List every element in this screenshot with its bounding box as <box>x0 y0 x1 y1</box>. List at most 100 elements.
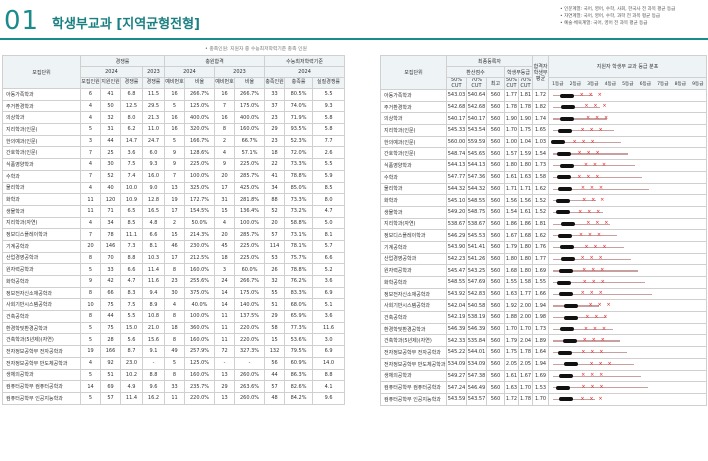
table-row: 식품영양학과 4 30 7.5 9.3 9 225.0% 9 225.0% 22 73.3% 5.5 <box>2 158 346 171</box>
table-cell: 1.61 <box>517 205 534 219</box>
table-cell: 543.59 <box>446 392 467 406</box>
table-cell: 548.75 <box>466 205 487 219</box>
table-row: 생체의공학과 549.27 547.38 560 1.61 1.67 1.69 × × × <box>380 369 708 383</box>
pass-cluster <box>561 222 576 227</box>
table-cell: 535.84 <box>466 334 487 348</box>
table-cell: 5.8 <box>312 111 346 125</box>
table-cell: 1.94 <box>532 299 550 313</box>
table-cell: 6.9 <box>312 286 346 300</box>
table-cell: 560 <box>486 170 505 184</box>
table-row: 건축학과(5년제)(자연) 542.33 535.84 560 1.79 2.04 1.89… <box>380 334 708 348</box>
table-cell: 4 <box>80 216 101 230</box>
table-cell: 544.32 <box>446 182 467 196</box>
fail-marker: × <box>580 290 585 297</box>
unit-name: 아동가족학과 <box>380 89 447 102</box>
header-cut70: 70% CUT <box>517 77 534 90</box>
grade-label: 5등급 <box>622 81 634 87</box>
table-cell: - <box>233 356 266 370</box>
table-cell: 20 <box>80 239 101 253</box>
table-cell: 8 <box>80 310 101 323</box>
table-cell: 24.7 <box>142 134 165 148</box>
table-cell: 7 <box>80 169 101 183</box>
fail-marker: × <box>590 372 595 379</box>
table-cell: 547.38 <box>466 369 487 383</box>
table-cell: 1.62 <box>532 182 550 196</box>
table-row: 원자력공학과 545.47 543.25 560 1.68 1.80 1.69 × × × <box>380 264 708 277</box>
fail-marker: × <box>587 232 593 239</box>
table-cell: 65.9% <box>284 310 314 323</box>
unit-name: 산업경영공학과 <box>380 252 447 266</box>
table-cell: 11.0 <box>142 123 165 136</box>
table-cell: 30 <box>100 158 121 171</box>
header-competition: 경쟁률 <box>80 55 165 67</box>
grade-distribution: × × × <box>548 392 708 406</box>
table-cell: 10 <box>80 298 101 312</box>
table-cell: 547.36 <box>466 170 487 184</box>
note-science: • 자연계열: 국어, 영어, 수학, 과학 전 과목 평균 등급 <box>560 14 660 19</box>
table-cell: 29 <box>214 380 235 393</box>
table-cell: 1.55 <box>532 276 550 289</box>
table-row: 정보디스플레이학과 546.29 545.53 560 1.67 1.68 1.62 × × × <box>380 229 708 242</box>
table-cell: 19 <box>80 345 101 358</box>
table-cell: 40 <box>100 181 121 195</box>
fail-marker: × <box>603 313 608 320</box>
table-cell: 16.5 <box>142 204 165 218</box>
table-cell: 8.7 <box>120 345 143 358</box>
table-cell: 320.0% <box>184 123 215 136</box>
pass-cluster <box>551 140 566 145</box>
grade-distribution: × × × <box>548 170 708 184</box>
table-cell: 1.69 <box>532 264 550 277</box>
table-cell: 285.7% <box>233 228 266 241</box>
table-cell: 11 <box>80 204 101 218</box>
table-cell: 2.04 <box>517 334 534 348</box>
table-cell: 5 <box>164 356 185 370</box>
fail-marker: × <box>600 278 605 285</box>
table-cell: 41 <box>100 88 121 101</box>
unit-name: 건축공학과 <box>380 311 447 324</box>
table-cell: 51 <box>100 368 121 382</box>
table-row: 사회기반시스템공학과 10 75 7.5 8.9 4 40.0% 14 140.0% 51 68.0… <box>2 298 346 312</box>
table-cell: 225.0% <box>184 158 215 171</box>
fail-marker: × <box>585 313 590 320</box>
table-cell: 2.05 <box>504 357 519 371</box>
unit-name: 물리학과 <box>380 182 447 196</box>
table-cell: 56 <box>264 356 286 370</box>
table-cell: 1.59 <box>517 147 534 161</box>
table-cell: 360.0% <box>184 321 215 335</box>
table-cell: 543.92 <box>446 287 467 301</box>
table-cell: 1.77 <box>532 252 550 266</box>
fail-marker: × <box>595 220 600 227</box>
table-cell: 16 <box>164 88 185 101</box>
grade-distribution: × × × <box>548 229 708 242</box>
table-cell: 37 <box>264 99 286 113</box>
table-cell: 255.6% <box>184 275 215 288</box>
table-cell: 6.6 <box>120 263 143 276</box>
grade-label: 9등급 <box>692 81 704 87</box>
table-cell: 60.9% <box>284 356 314 370</box>
header-year: 2024 <box>80 66 143 78</box>
table-cell: 540.17 <box>446 112 467 126</box>
unit-name: 간호학과(인문) <box>380 147 447 161</box>
table-row: 건축학과(5년제)(자연) 5 28 5.6 15.6 8 160.0% 11 220.0% 15… <box>2 333 346 347</box>
table-cell: 40.0% <box>184 298 215 312</box>
fail-marker: × <box>599 383 604 390</box>
table-cell: 266.7% <box>233 88 266 101</box>
pass-cluster <box>558 292 573 297</box>
table-cell: 560 <box>486 322 505 336</box>
grade-distribution: × × × <box>548 240 708 254</box>
table-row: 수학과 7 52 7.4 16.0 7 100.0% 20 285.7% 41 78.8% 5.9 <box>2 169 346 183</box>
table-cell: 20 <box>264 216 286 230</box>
pass-cluster <box>556 151 571 156</box>
table-cell: 5.7 <box>312 239 346 253</box>
table-cell: 560.00 <box>446 135 467 149</box>
grade-distribution: × × × <box>548 217 708 231</box>
grade-distribution: × × × <box>548 205 708 219</box>
pass-cluster <box>560 116 575 121</box>
subheader-cell: 충족률 <box>284 77 314 89</box>
table-cell: 6.5 <box>120 204 143 218</box>
table-cell: 546.49 <box>466 381 487 394</box>
table-cell: 114 <box>264 239 286 253</box>
table-row: 한의예과(인문) 3 44 14.7 24.7 5 166.7% 2 66.7% 23 52.3% 7… <box>2 134 346 148</box>
table-cell: 20 <box>214 228 235 241</box>
fail-marker: × <box>601 161 607 168</box>
